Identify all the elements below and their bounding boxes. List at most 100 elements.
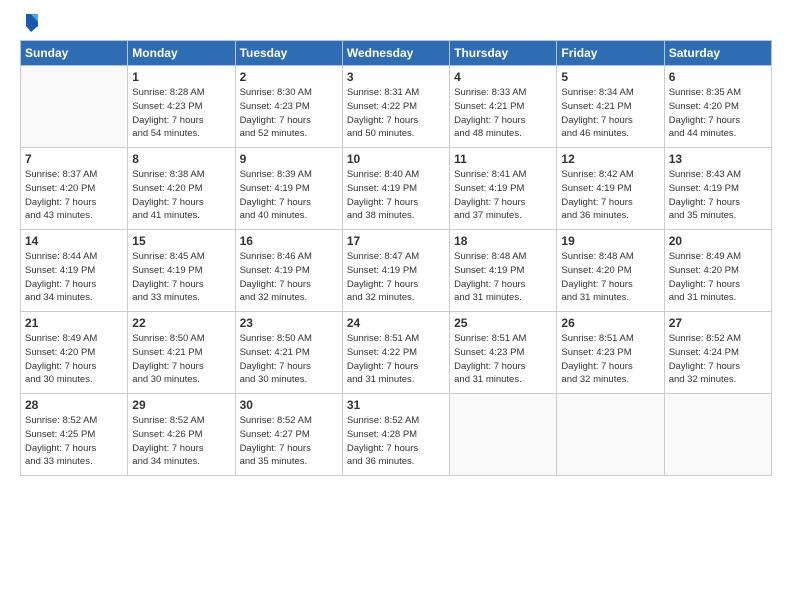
day-number: 29 [132, 398, 230, 412]
cell-info: Sunrise: 8:37 AMSunset: 4:20 PMDaylight:… [25, 168, 123, 223]
calendar-cell: 8 Sunrise: 8:38 AMSunset: 4:20 PMDaylight… [128, 148, 235, 230]
calendar-cell: 22 Sunrise: 8:50 AMSunset: 4:21 PMDayligh… [128, 312, 235, 394]
calendar-cell: 12 Sunrise: 8:42 AMSunset: 4:19 PMDayligh… [557, 148, 664, 230]
day-number: 21 [25, 316, 123, 330]
day-number: 31 [347, 398, 445, 412]
day-number: 11 [454, 152, 552, 166]
cell-info: Sunrise: 8:51 AMSunset: 4:22 PMDaylight:… [347, 332, 445, 387]
calendar-cell: 25 Sunrise: 8:51 AMSunset: 4:23 PMDayligh… [450, 312, 557, 394]
day-number: 23 [240, 316, 338, 330]
day-number: 1 [132, 70, 230, 84]
calendar-cell: 27Sunrise: 8:52 AMSunset: 4:24 PMDayligh… [664, 312, 771, 394]
day-number: 5 [561, 70, 659, 84]
calendar-cell: 10Sunrise: 8:40 AMSunset: 4:19 PMDayligh… [342, 148, 449, 230]
weekday-wednesday: Wednesday [342, 41, 449, 66]
cell-info: Sunrise: 8:45 AMSunset: 4:19 PMDaylight:… [132, 250, 230, 305]
calendar-cell: 7 Sunrise: 8:37 AMSunset: 4:20 PMDaylight… [21, 148, 128, 230]
day-number: 22 [132, 316, 230, 330]
cell-info: Sunrise: 8:48 AMSunset: 4:19 PMDaylight:… [454, 250, 552, 305]
calendar-cell [21, 66, 128, 148]
calendar-cell: 16Sunrise: 8:46 AMSunset: 4:19 PMDayligh… [235, 230, 342, 312]
calendar-week-2: 7 Sunrise: 8:37 AMSunset: 4:20 PMDaylight… [21, 148, 772, 230]
cell-info: Sunrise: 8:30 AMSunset: 4:23 PMDaylight:… [240, 86, 338, 141]
cell-info: Sunrise: 8:43 AMSunset: 4:19 PMDaylight:… [669, 168, 767, 223]
weekday-saturday: Saturday [664, 41, 771, 66]
cell-info: Sunrise: 8:47 AMSunset: 4:19 PMDaylight:… [347, 250, 445, 305]
weekday-friday: Friday [557, 41, 664, 66]
day-number: 28 [25, 398, 123, 412]
cell-info: Sunrise: 8:34 AMSunset: 4:21 PMDaylight:… [561, 86, 659, 141]
weekday-sunday: Sunday [21, 41, 128, 66]
calendar-cell [557, 394, 664, 476]
calendar-week-3: 14 Sunrise: 8:44 AMSunset: 4:19 PMDayligh… [21, 230, 772, 312]
day-number: 18 [454, 234, 552, 248]
header [20, 16, 772, 34]
cell-info: Sunrise: 8:48 AMSunset: 4:20 PMDaylight:… [561, 250, 659, 305]
day-number: 20 [669, 234, 767, 248]
calendar-cell: 26 Sunrise: 8:51 AMSunset: 4:23 PMDayligh… [557, 312, 664, 394]
day-number: 7 [25, 152, 123, 166]
page: SundayMondayTuesdayWednesdayThursdayFrid… [0, 0, 792, 612]
cell-info: Sunrise: 8:52 AMSunset: 4:25 PMDaylight:… [25, 414, 123, 469]
weekday-header-row: SundayMondayTuesdayWednesdayThursdayFrid… [21, 41, 772, 66]
calendar-week-5: 28 Sunrise: 8:52 AMSunset: 4:25 PMDayligh… [21, 394, 772, 476]
day-number: 12 [561, 152, 659, 166]
calendar-cell: 20 Sunrise: 8:49 AMSunset: 4:20 PMDayligh… [664, 230, 771, 312]
day-number: 16 [240, 234, 338, 248]
cell-info: Sunrise: 8:28 AMSunset: 4:23 PMDaylight:… [132, 86, 230, 141]
day-number: 9 [240, 152, 338, 166]
weekday-tuesday: Tuesday [235, 41, 342, 66]
calendar-cell [664, 394, 771, 476]
calendar-cell: 23 Sunrise: 8:50 AMSunset: 4:21 PMDayligh… [235, 312, 342, 394]
calendar-cell: 9 Sunrise: 8:39 AMSunset: 4:19 PMDaylight… [235, 148, 342, 230]
cell-info: Sunrise: 8:52 AMSunset: 4:26 PMDaylight:… [132, 414, 230, 469]
day-number: 24 [347, 316, 445, 330]
cell-info: Sunrise: 8:44 AMSunset: 4:19 PMDaylight:… [25, 250, 123, 305]
calendar-cell: 3 Sunrise: 8:31 AMSunset: 4:22 PMDaylight… [342, 66, 449, 148]
calendar-cell: 2 Sunrise: 8:30 AMSunset: 4:23 PMDaylight… [235, 66, 342, 148]
cell-info: Sunrise: 8:42 AMSunset: 4:19 PMDaylight:… [561, 168, 659, 223]
calendar-cell: 21 Sunrise: 8:49 AMSunset: 4:20 PMDayligh… [21, 312, 128, 394]
day-number: 2 [240, 70, 338, 84]
calendar-cell: 24 Sunrise: 8:51 AMSunset: 4:22 PMDayligh… [342, 312, 449, 394]
cell-info: Sunrise: 8:38 AMSunset: 4:20 PMDaylight:… [132, 168, 230, 223]
cell-info: Sunrise: 8:31 AMSunset: 4:22 PMDaylight:… [347, 86, 445, 141]
cell-info: Sunrise: 8:39 AMSunset: 4:19 PMDaylight:… [240, 168, 338, 223]
cell-info: Sunrise: 8:52 AMSunset: 4:27 PMDaylight:… [240, 414, 338, 469]
cell-info: Sunrise: 8:52 AMSunset: 4:28 PMDaylight:… [347, 414, 445, 469]
cell-info: Sunrise: 8:51 AMSunset: 4:23 PMDaylight:… [454, 332, 552, 387]
logo [20, 16, 40, 34]
calendar-cell: 14 Sunrise: 8:44 AMSunset: 4:19 PMDayligh… [21, 230, 128, 312]
cell-info: Sunrise: 8:35 AMSunset: 4:20 PMDaylight:… [669, 86, 767, 141]
weekday-thursday: Thursday [450, 41, 557, 66]
calendar-cell: 1 Sunrise: 8:28 AMSunset: 4:23 PMDaylight… [128, 66, 235, 148]
calendar-cell: 30 Sunrise: 8:52 AMSunset: 4:27 PMDayligh… [235, 394, 342, 476]
day-number: 25 [454, 316, 552, 330]
cell-info: Sunrise: 8:52 AMSunset: 4:24 PMDaylight:… [669, 332, 767, 387]
day-number: 13 [669, 152, 767, 166]
calendar-week-4: 21 Sunrise: 8:49 AMSunset: 4:20 PMDayligh… [21, 312, 772, 394]
cell-info: Sunrise: 8:50 AMSunset: 4:21 PMDaylight:… [240, 332, 338, 387]
day-number: 19 [561, 234, 659, 248]
cell-info: Sunrise: 8:49 AMSunset: 4:20 PMDaylight:… [25, 332, 123, 387]
day-number: 30 [240, 398, 338, 412]
calendar-cell: 13 Sunrise: 8:43 AMSunset: 4:19 PMDayligh… [664, 148, 771, 230]
day-number: 14 [25, 234, 123, 248]
day-number: 8 [132, 152, 230, 166]
day-number: 6 [669, 70, 767, 84]
calendar-cell [450, 394, 557, 476]
day-number: 3 [347, 70, 445, 84]
cell-info: Sunrise: 8:49 AMSunset: 4:20 PMDaylight:… [669, 250, 767, 305]
calendar-cell: 17 Sunrise: 8:47 AMSunset: 4:19 PMDayligh… [342, 230, 449, 312]
day-number: 15 [132, 234, 230, 248]
cell-info: Sunrise: 8:51 AMSunset: 4:23 PMDaylight:… [561, 332, 659, 387]
cell-info: Sunrise: 8:40 AMSunset: 4:19 PMDaylight:… [347, 168, 445, 223]
weekday-monday: Monday [128, 41, 235, 66]
day-number: 26 [561, 316, 659, 330]
calendar-cell: 15 Sunrise: 8:45 AMSunset: 4:19 PMDayligh… [128, 230, 235, 312]
calendar-cell: 29 Sunrise: 8:52 AMSunset: 4:26 PMDayligh… [128, 394, 235, 476]
calendar-table: SundayMondayTuesdayWednesdayThursdayFrid… [20, 40, 772, 476]
day-number: 17 [347, 234, 445, 248]
logo-icon [22, 12, 40, 34]
cell-info: Sunrise: 8:50 AMSunset: 4:21 PMDaylight:… [132, 332, 230, 387]
